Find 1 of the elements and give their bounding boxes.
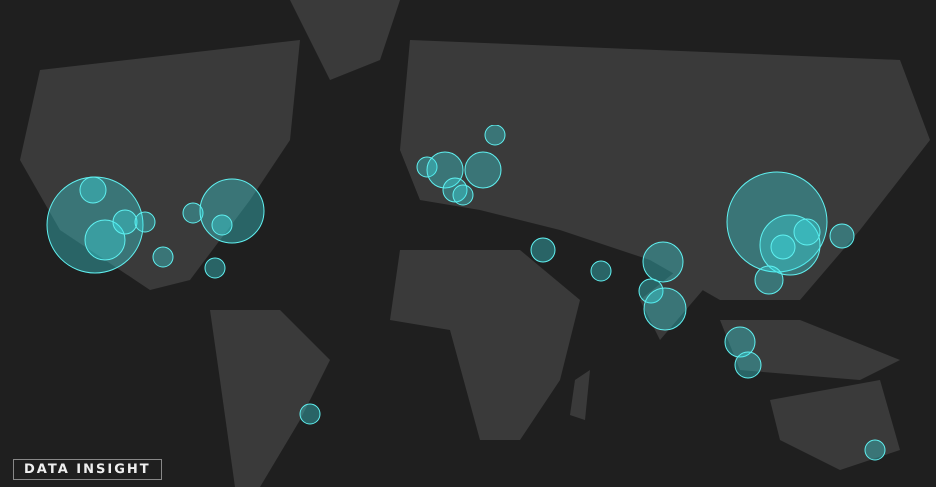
logo-badge: DATA INSIGHT: [13, 459, 162, 480]
